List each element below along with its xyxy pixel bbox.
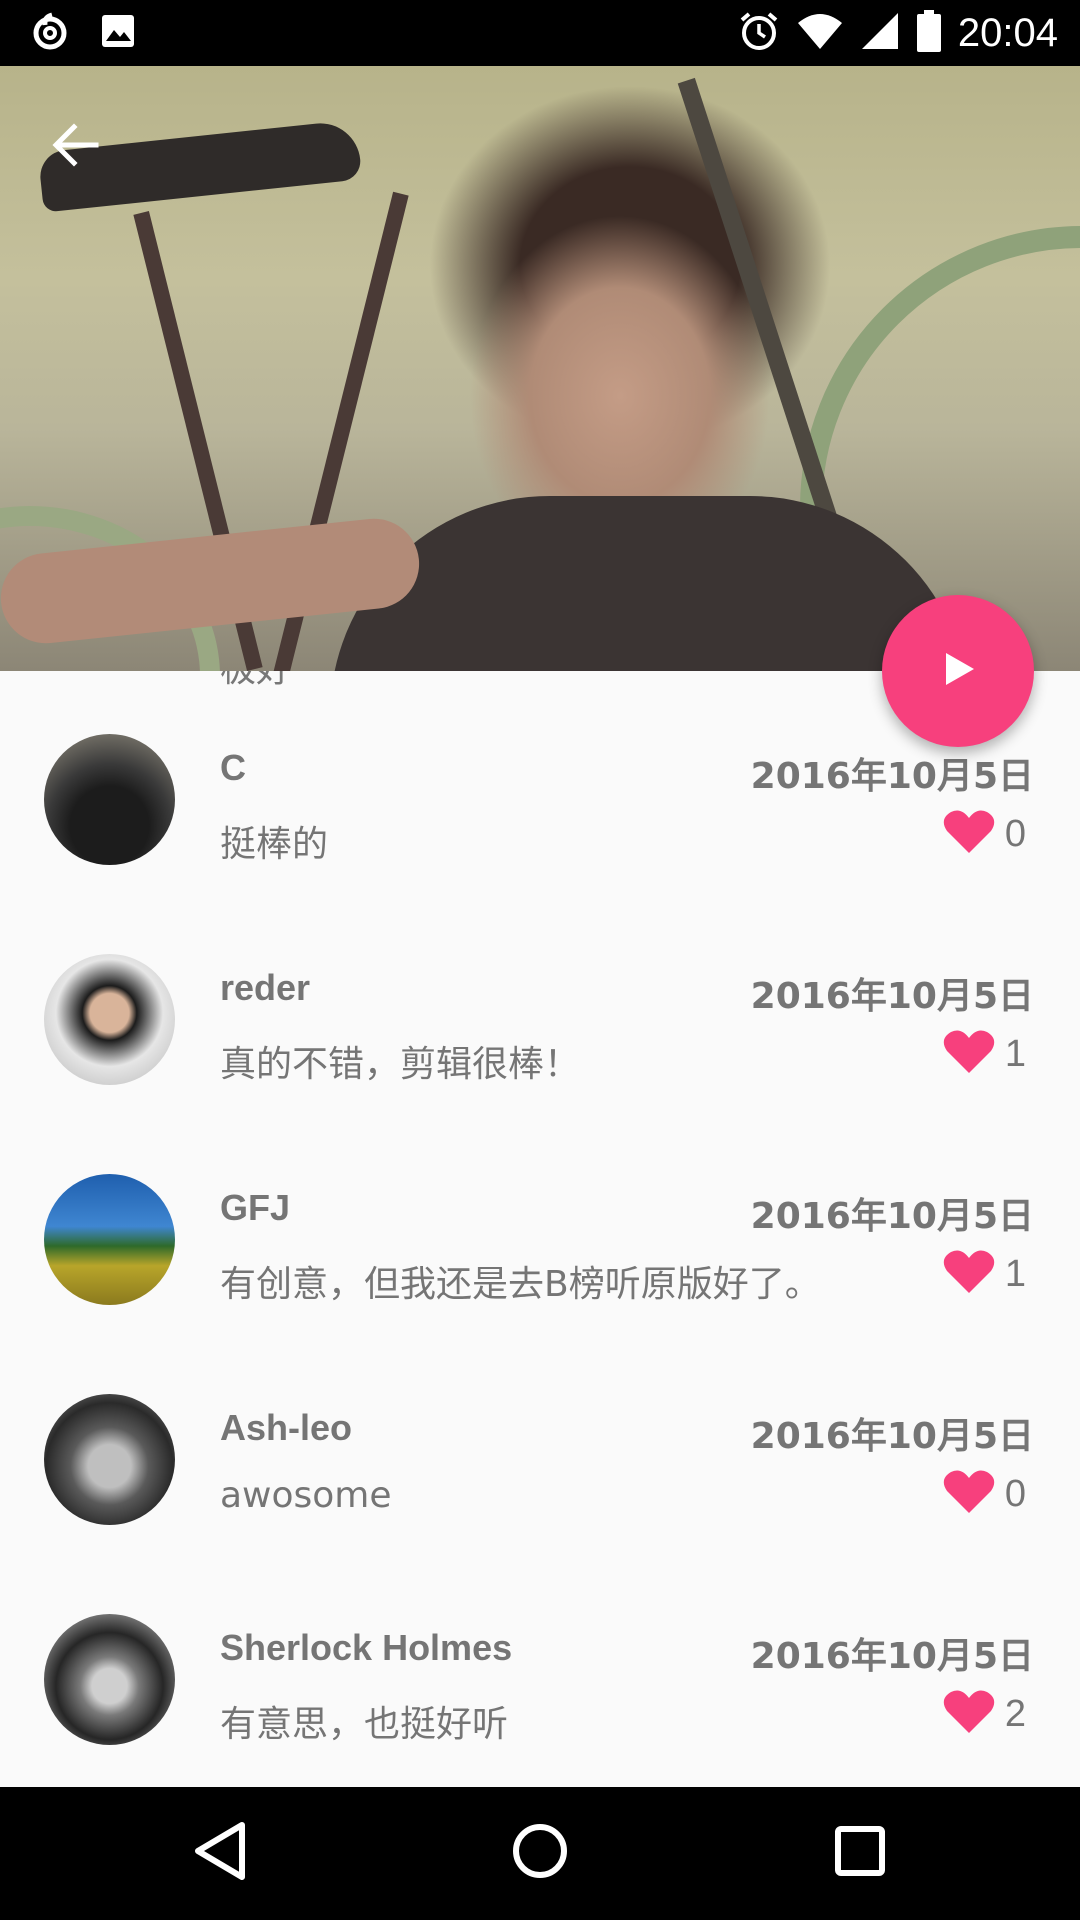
nav-back-icon — [192, 1821, 248, 1886]
image-icon — [100, 13, 136, 54]
nav-home-button[interactable] — [504, 1817, 576, 1889]
comment-text: awosome — [220, 1475, 392, 1516]
nav-recents-button[interactable] — [824, 1817, 896, 1889]
arrow-back-icon — [50, 122, 100, 172]
comment-username[interactable]: Sherlock Holmes — [220, 1627, 512, 1669]
cell-signal-icon — [860, 11, 900, 56]
like-button[interactable]: 0 — [943, 809, 1026, 860]
back-button[interactable] — [40, 112, 110, 182]
like-count: 1 — [1004, 1033, 1026, 1075]
status-bar: 20:04 — [0, 0, 1080, 66]
comment-date: 2016年10月5日 — [750, 976, 1034, 1017]
like-button[interactable]: 2 — [943, 1689, 1026, 1740]
battery-icon — [916, 9, 942, 57]
like-count: 2 — [1004, 1693, 1026, 1735]
comment-row[interactable]: reder 2016年10月5日 真的不错，剪辑很棒！ 1 — [0, 947, 1080, 1167]
like-count: 0 — [1004, 813, 1026, 855]
comment-date: 2016年10月5日 — [750, 756, 1034, 797]
comment-row[interactable]: GFJ 2016年10月5日 有创意，但我还是去B榜听原版好了。 1 — [0, 1167, 1080, 1387]
like-button[interactable]: 1 — [943, 1249, 1026, 1300]
avatar[interactable] — [44, 1174, 175, 1305]
heart-icon — [943, 1029, 995, 1080]
like-count: 1 — [1004, 1253, 1026, 1295]
comment-username[interactable]: C — [220, 747, 246, 789]
header-cover-photo — [0, 66, 1080, 671]
nav-home-icon — [510, 1821, 570, 1886]
comment-username[interactable]: reder — [220, 967, 310, 1009]
comment-list[interactable]: 极好 C 2016年10月5日 挺棒的 0 reder 2016年10月5日 真… — [0, 671, 1080, 1787]
comment-row[interactable]: Ash-leo 2016年10月5日 awosome 0 — [0, 1387, 1080, 1607]
like-button[interactable]: 0 — [943, 1469, 1026, 1520]
play-button[interactable] — [882, 595, 1034, 747]
comment-username[interactable]: Ash-leo — [220, 1407, 352, 1449]
nav-recents-icon — [833, 1824, 887, 1883]
wifi-icon — [796, 11, 844, 56]
avatar[interactable] — [44, 954, 175, 1085]
avatar[interactable] — [44, 1394, 175, 1525]
comment-date: 2016年10月5日 — [750, 1196, 1034, 1237]
alarm-icon — [738, 10, 780, 57]
comment-row[interactable]: C 2016年10月5日 挺棒的 0 — [0, 727, 1080, 947]
heart-icon — [943, 1689, 995, 1740]
clock: 20:04 — [957, 10, 1058, 55]
comment-text: 有意思，也挺好听 — [220, 1704, 509, 1745]
heart-icon — [943, 1249, 995, 1300]
comment-username[interactable]: GFJ — [220, 1187, 290, 1229]
like-count: 0 — [1004, 1473, 1026, 1515]
navigation-bar — [0, 1787, 1080, 1920]
heart-icon — [943, 1469, 995, 1520]
play-icon — [938, 649, 978, 694]
netease-music-icon — [30, 11, 70, 56]
comment-date: 2016年10月5日 — [750, 1416, 1034, 1457]
comment-text: 有创意，但我还是去B榜听原版好了。 — [220, 1264, 821, 1305]
heart-icon — [943, 809, 995, 860]
cut-off-comment-text: 极好 — [220, 671, 292, 689]
comment-text: 挺棒的 — [220, 824, 329, 865]
comment-text: 真的不错，剪辑很棒！ — [220, 1044, 581, 1085]
like-button[interactable]: 1 — [943, 1029, 1026, 1080]
comment-row[interactable]: Sherlock Holmes 2016年10月5日 有意思，也挺好听 2 — [0, 1607, 1080, 1787]
comment-date: 2016年10月5日 — [750, 1636, 1034, 1677]
avatar[interactable] — [44, 1614, 175, 1745]
nav-back-button[interactable] — [184, 1817, 256, 1889]
avatar[interactable] — [44, 734, 175, 865]
